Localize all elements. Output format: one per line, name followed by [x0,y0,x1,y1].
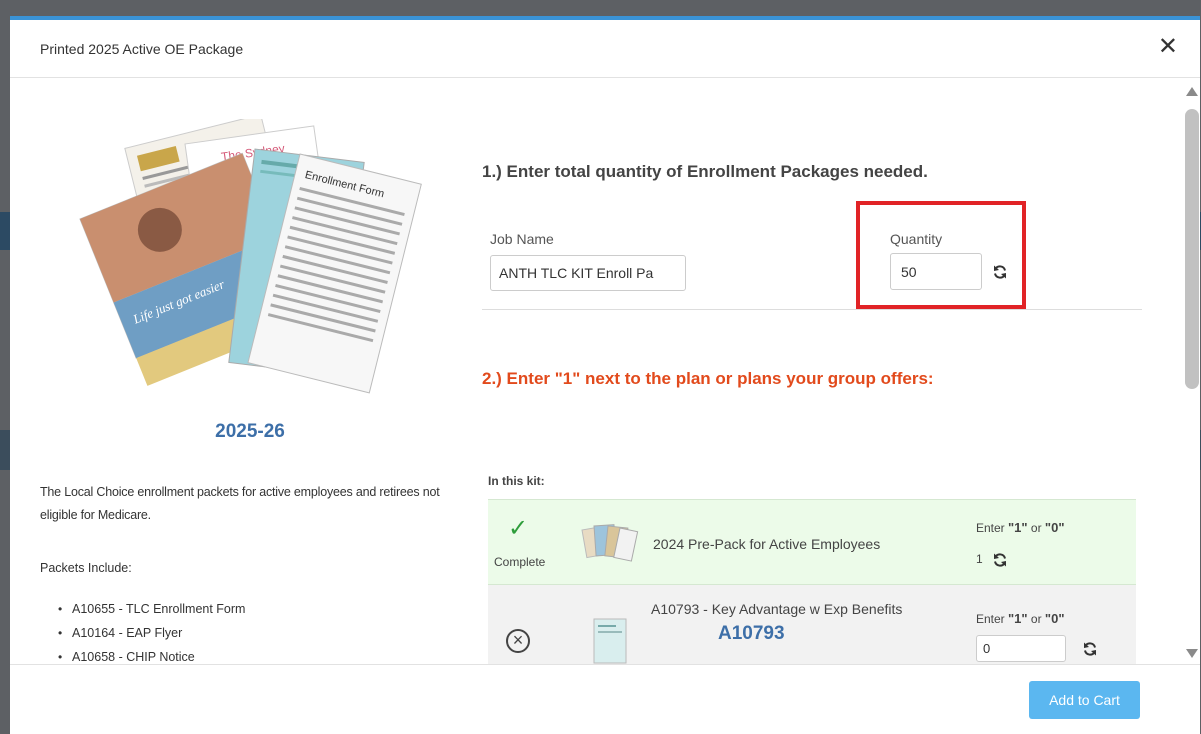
kit-item-row: × A10793 - Key Advantage w Exp Benefits … [488,585,1136,664]
product-year: 2025-26 [215,421,285,442]
modal-title: Printed 2025 Active OE Package [40,41,244,57]
quantity-label: Quantity [890,231,943,247]
kit-item-thumbnail [581,524,639,562]
packets-list: A10655 - TLC Enrollment Form A10164 - EA… [58,597,245,664]
list-item: A10164 - EAP Flyer [58,621,245,645]
kit-item-row: ✓ Complete 2024 Pre-Pack for Active Empl… [488,499,1136,585]
packets-title: Packets Include: [40,561,132,575]
add-to-cart-button[interactable]: Add to Cart [1029,681,1140,719]
list-item: A10658 - CHIP Notice [58,645,245,664]
kit-item-thumbnail [593,618,627,664]
x-circle-icon: × [506,629,530,653]
quantity-input[interactable] [890,253,982,290]
job-name-label: Job Name [490,231,554,247]
scroll-thumb[interactable] [1185,109,1199,389]
status-label: Complete [494,555,546,569]
product-modal: Printed 2025 Active OE Package ✕ The Syd… [10,16,1200,734]
enter-instruction: Enter "1" or "0" [976,520,1065,535]
modal-footer: Add to Cart [10,664,1200,734]
divider [482,309,1142,310]
enter-instruction: Enter "1" or "0" [976,611,1065,626]
close-icon[interactable]: ✕ [1158,32,1178,61]
kit-item-quantity: 1 [976,552,983,566]
step2-heading: 2.) Enter "1" next to the plan or plans … [482,369,934,388]
refresh-icon[interactable] [992,264,1008,280]
job-name-input[interactable] [490,255,686,291]
kit-item-name: 2024 Pre-Pack for Active Employees [653,536,881,552]
product-description: The Local Choice enrollment packets for … [40,485,440,522]
kit-label: In this kit: [488,474,545,488]
scroll-up-arrow-icon[interactable] [1186,87,1198,96]
kit-item-quantity-input[interactable] [976,635,1066,662]
modal-body: The Sydney Life just got easier Enrollme… [10,79,1184,664]
refresh-icon[interactable] [1082,641,1098,657]
step1-heading: 1.) Enter total quantity of Enrollment P… [482,162,928,181]
kit-item-code[interactable]: A10793 [718,623,785,645]
product-brochure-image: The Sydney Life just got easier Enrollme… [79,119,422,394]
refresh-icon[interactable] [992,552,1008,568]
list-item: A10655 - TLC Enrollment Form [58,597,245,621]
scroll-down-arrow-icon[interactable] [1186,649,1198,658]
modal-scrollbar[interactable] [1184,79,1200,664]
modal-header: Printed 2025 Active OE Package ✕ [10,20,1200,78]
kit-item-name: A10793 - Key Advantage w Exp Benefits [651,601,903,617]
check-icon: ✓ [508,515,529,542]
